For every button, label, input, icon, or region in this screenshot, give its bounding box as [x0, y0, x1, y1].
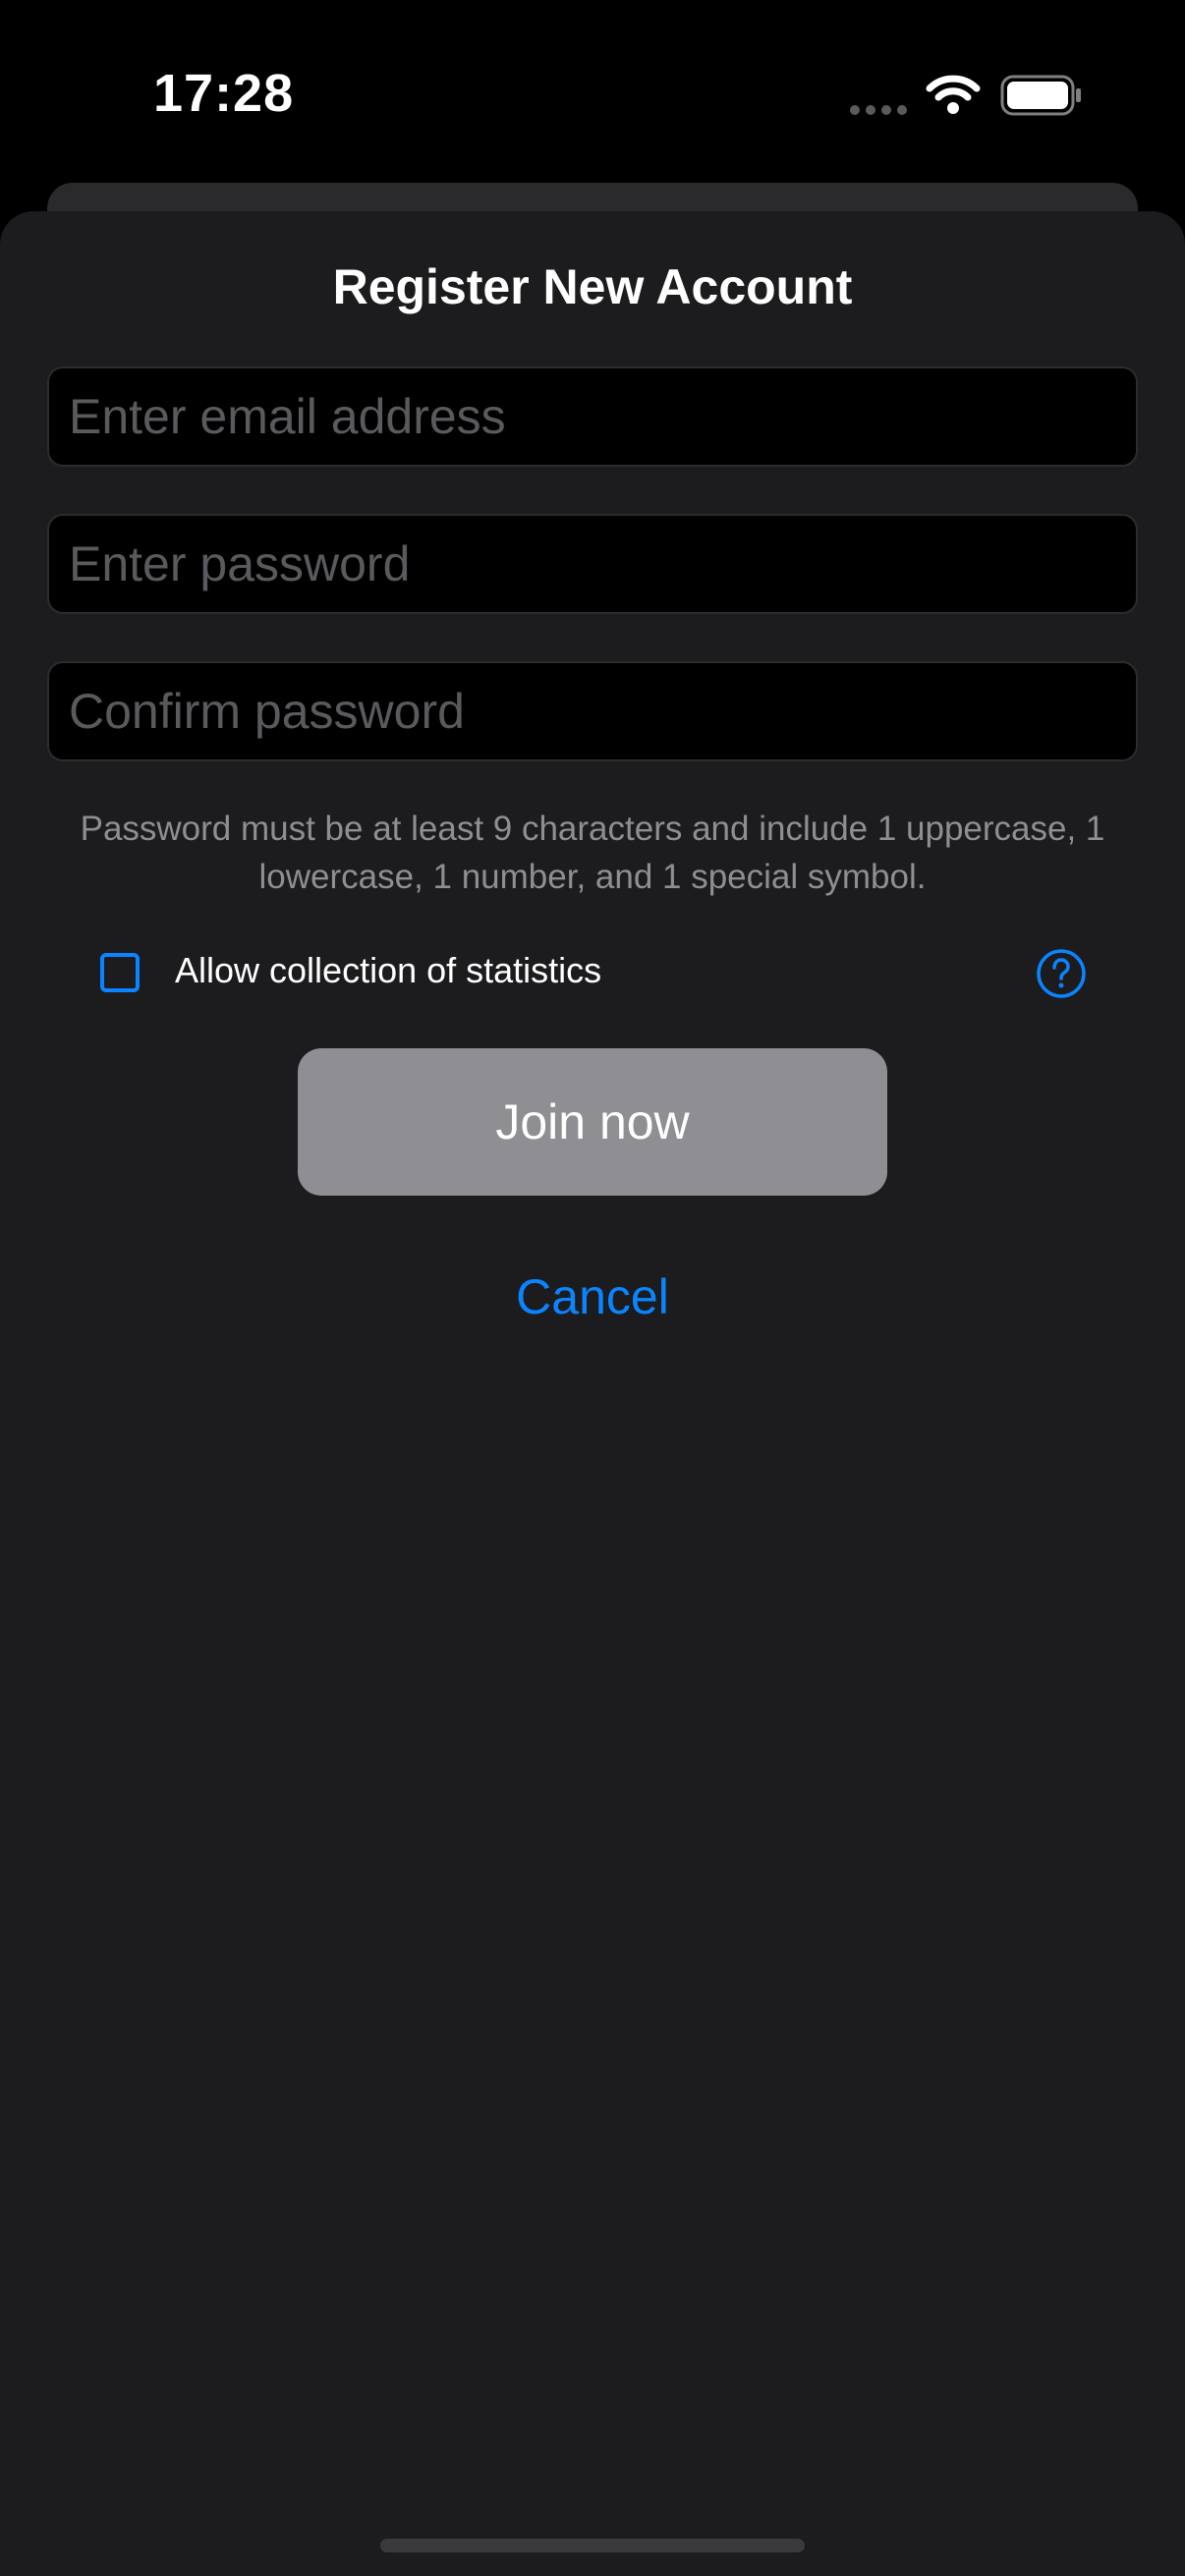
cancel-button[interactable]: Cancel	[0, 1268, 1185, 1325]
help-icon[interactable]	[1036, 948, 1087, 999]
statistics-label: Allow collection of statistics	[175, 950, 602, 990]
status-bar: 17:28	[0, 0, 1185, 187]
status-time: 17:28	[153, 64, 295, 123]
register-sheet: Register New Account Password must be at…	[0, 211, 1185, 2576]
home-indicator	[380, 2539, 805, 2552]
battery-icon	[1000, 75, 1081, 116]
statistics-checkbox[interactable]	[100, 953, 140, 992]
join-now-button[interactable]: Join now	[298, 1048, 887, 1196]
wifi-icon	[926, 75, 981, 114]
email-field[interactable]	[47, 366, 1138, 467]
signal-dots-icon	[850, 105, 907, 115]
confirm-password-field[interactable]	[47, 661, 1138, 761]
password-requirements-hint: Password must be at least 9 characters a…	[80, 810, 1105, 896]
statistics-row: Allow collection of statistics	[98, 948, 1091, 1003]
sheet-title: Register New Account	[332, 259, 853, 314]
password-field[interactable]	[47, 514, 1138, 614]
